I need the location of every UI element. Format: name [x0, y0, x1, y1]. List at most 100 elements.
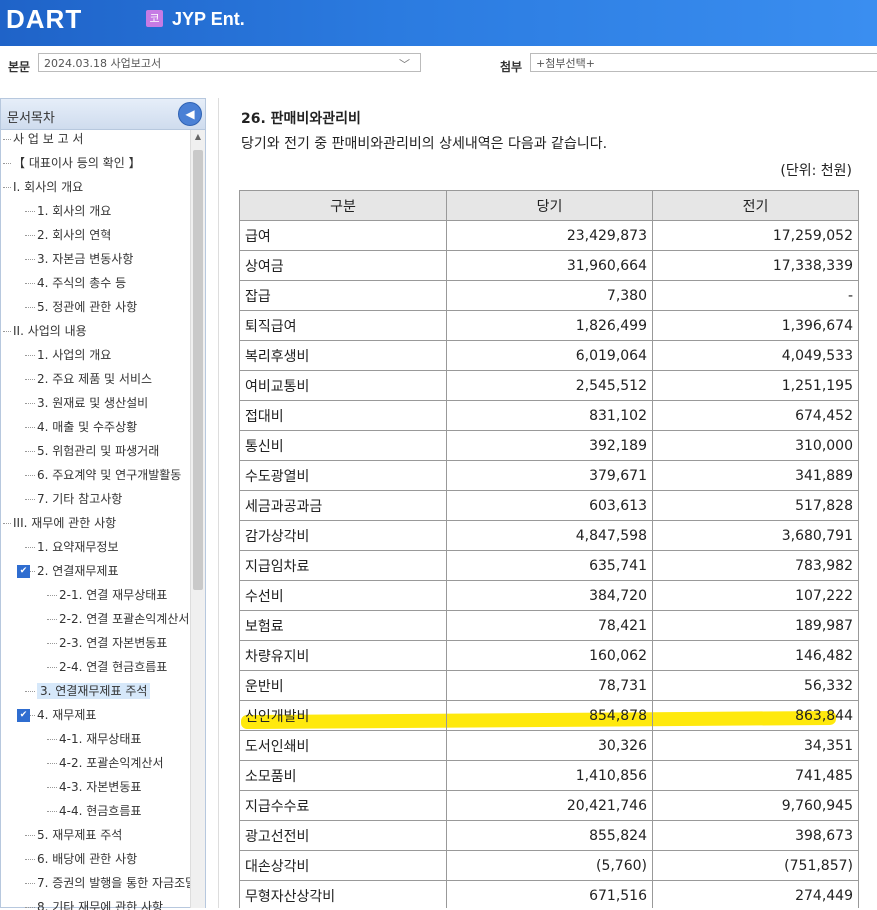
section-description: 당기와 전기 중 판매비와관리비의 상세내역은 다음과 같습니다.: [241, 136, 608, 152]
row-prior-value: 517,828: [652, 490, 859, 521]
toc-item[interactable]: 4-4. 현금흐름표: [47, 800, 141, 822]
toc-item[interactable]: 2-4. 연결 현금흐름표: [47, 656, 167, 678]
toc-item-label: 3. 연결재무제표 주석: [37, 683, 151, 699]
row-prior-value: 34,351: [652, 730, 859, 761]
toc-item[interactable]: 3. 자본금 변동사항: [25, 248, 133, 270]
toc-item-label: 4-4. 현금흐름표: [59, 804, 142, 818]
row-prior-value: 189,987: [652, 610, 859, 641]
toc-item[interactable]: 【 대표이사 등의 확인 】: [3, 152, 141, 174]
tree-connector: [25, 859, 35, 860]
toc-item-label: 2-4. 연결 현금흐름표: [59, 660, 168, 674]
attachment-select[interactable]: +첨부선택+: [530, 53, 877, 72]
row-category: 급여: [239, 220, 447, 251]
company-market-badge: 코: [146, 10, 163, 27]
row-category: 감가상각비: [239, 520, 447, 551]
row-current-value: 1,826,499: [446, 310, 653, 341]
toc-header: 문서목차 ◀: [1, 99, 205, 130]
company-name: JYP Ent.: [172, 9, 245, 29]
document-viewer: 26. 판매비와관리비 당기와 전기 중 판매비와관리비의 상세내역은 다음과 …: [218, 98, 877, 908]
table-row: 수선비 384,720 107,222: [239, 580, 859, 611]
tree-connector: [47, 667, 57, 668]
row-prior-value: 17,259,052: [652, 220, 859, 251]
toc-item[interactable]: 6. 주요계약 및 연구개발활동: [25, 464, 181, 486]
collapse-sidebar-button[interactable]: ◀: [178, 102, 202, 126]
toc-item[interactable]: 2. 연결재무제표: [25, 560, 119, 582]
top-banner: DART 코 JYP Ent.: [0, 0, 877, 46]
row-category: 무형자산상각비: [239, 880, 447, 908]
table-row: 운반비 78,731 56,332: [239, 670, 859, 701]
toc-item-label: 4. 재무제표: [37, 708, 97, 722]
row-prior-value: 107,222: [652, 580, 859, 611]
row-category: 상여금: [239, 250, 447, 281]
toc-item[interactable]: 3. 연결재무제표 주석: [25, 680, 151, 702]
toc-item[interactable]: 사 업 보 고 서: [3, 130, 83, 150]
table-row: 차량유지비 160,062 146,482: [239, 640, 859, 671]
tree-connector: [47, 595, 57, 596]
toc-item[interactable]: 6. 배당에 관한 사항: [25, 848, 137, 870]
toc-item[interactable]: 5. 위험관리 및 파생거래: [25, 440, 159, 462]
table-row: 광고선전비 855,824 398,673: [239, 820, 859, 851]
toc-item[interactable]: 2. 주요 제품 및 서비스: [25, 368, 152, 390]
row-category: 보험료: [239, 610, 447, 641]
expand-toggle-icon[interactable]: ✔: [17, 709, 30, 722]
toc-item-label: 5. 위험관리 및 파생거래: [37, 444, 160, 458]
toc-sidebar: 문서목차 ◀ 사 업 보 고 서 【 대표이사 등의 확인 】 I. 회사의 개요 1…: [0, 98, 206, 910]
row-prior-value: 741,485: [652, 760, 859, 791]
toc-item[interactable]: 4-1. 재무상태표: [47, 728, 141, 750]
scroll-up-arrow-icon[interactable]: ▲: [191, 132, 205, 144]
toc-item[interactable]: 5. 재무제표 주석: [25, 824, 122, 846]
tree-connector: [3, 331, 11, 332]
row-prior-value: -: [652, 280, 859, 311]
toc-item[interactable]: 2-3. 연결 자본변동표: [47, 632, 167, 654]
table-row: 상여금 31,960,664 17,338,339: [239, 250, 859, 281]
toc-item-label: 5. 재무제표 주석: [37, 828, 123, 842]
toc-item[interactable]: 4-3. 자본변동표: [47, 776, 141, 798]
report-selector-bar: 본문 2024.03.18 사업보고서 ﹀ 첨부 +첨부선택+: [0, 46, 877, 98]
toc-item[interactable]: 7. 증권의 발행을 통한 자금조달: [25, 872, 191, 894]
toc-item[interactable]: 4-2. 포괄손익계산서: [47, 752, 164, 774]
table-row: 급여 23,429,873 17,259,052: [239, 220, 859, 251]
chevron-down-icon[interactable]: ﹀: [399, 55, 410, 74]
toc-item[interactable]: 5. 정관에 관한 사항: [25, 296, 137, 318]
row-category: 운반비: [239, 670, 447, 701]
scroll-thumb[interactable]: [193, 150, 203, 590]
toc-item[interactable]: 2-1. 연결 재무상태표: [47, 584, 167, 606]
dart-logo[interactable]: DART: [6, 4, 82, 35]
toc-item[interactable]: 2-2. 연결 포괄손익계산서: [47, 608, 189, 630]
toc-item[interactable]: 1. 요약재무정보: [25, 536, 119, 558]
toc-item[interactable]: 4. 주식의 총수 등: [25, 272, 126, 294]
toc-item[interactable]: 3. 원재료 및 생산설비: [25, 392, 148, 414]
row-category: 수선비: [239, 580, 447, 611]
toc-item[interactable]: II. 사업의 내용: [3, 320, 87, 342]
row-current-value: 30,326: [446, 730, 653, 761]
toc-item[interactable]: 1. 회사의 개요: [25, 200, 111, 222]
toc-item-label: 5. 정관에 관한 사항: [37, 300, 138, 314]
toc-item[interactable]: 1. 사업의 개요: [25, 344, 111, 366]
toc-item[interactable]: III. 재무에 관한 사항: [3, 512, 116, 534]
toc-item-label: 3. 자본금 변동사항: [37, 252, 134, 266]
attachment-label: 첨부: [500, 60, 523, 74]
table-row: 지급임차료 635,741 783,982: [239, 550, 859, 581]
chevron-left-icon: ◀: [185, 107, 195, 121]
toc-item[interactable]: 4. 재무제표: [25, 704, 96, 726]
toc-item[interactable]: 4. 매출 및 수주상황: [25, 416, 137, 438]
row-category: 복리후생비: [239, 340, 447, 371]
row-prior-value: 398,673: [652, 820, 859, 851]
report-select[interactable]: 2024.03.18 사업보고서 ﹀: [38, 53, 421, 72]
row-current-value: (5,760): [446, 850, 653, 881]
table-header-row: 구분 당기 전기: [239, 190, 859, 221]
row-prior-value: 56,332: [652, 670, 859, 701]
tree-connector: [25, 307, 35, 308]
row-prior-value: (751,857): [652, 850, 859, 881]
toc-scrollbar[interactable]: ▲: [190, 130, 205, 908]
toc-item-label: 2. 연결재무제표: [37, 564, 119, 578]
toc-item-label: 7. 기타 참고사항: [37, 492, 123, 506]
expand-toggle-icon[interactable]: ✔: [17, 565, 30, 578]
column-header-prior: 전기: [652, 190, 859, 221]
toc-item[interactable]: 7. 기타 참고사항: [25, 488, 122, 510]
toc-item[interactable]: I. 회사의 개요: [3, 176, 83, 198]
row-prior-value: 1,251,195: [652, 370, 859, 401]
toc-item-label: 6. 주요계약 및 연구개발활동: [37, 468, 182, 482]
row-category: 차량유지비: [239, 640, 447, 671]
toc-item[interactable]: 2. 회사의 연혁: [25, 224, 111, 246]
